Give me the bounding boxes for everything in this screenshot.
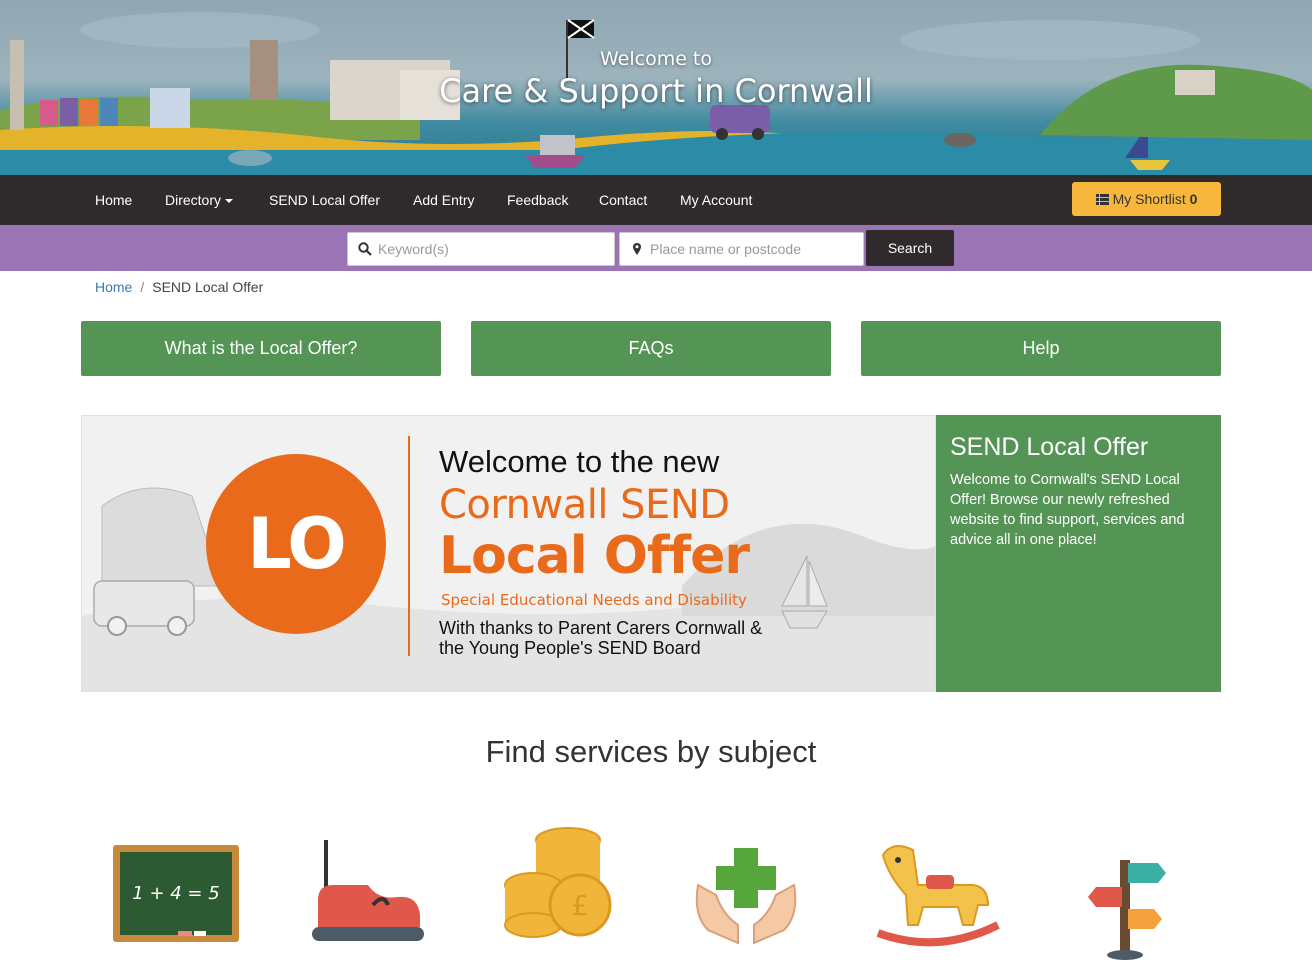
what-is-local-offer-button[interactable]: What is the Local Offer? — [81, 321, 441, 376]
nav-contact[interactable]: Contact — [599, 175, 647, 225]
banner-local-offer: Local Offer — [439, 526, 750, 586]
subject-tile-health[interactable] — [668, 815, 828, 965]
hero-banner: Welcome to Care & Support in Cornwall — [0, 0, 1312, 175]
map-marker-icon — [633, 243, 641, 255]
nav-directory-label: Directory — [165, 192, 222, 208]
nav-directory[interactable]: Directory — [165, 175, 234, 225]
svg-text:£: £ — [571, 889, 589, 922]
list-icon — [1095, 194, 1109, 205]
subject-tile-money[interactable]: £ — [478, 815, 638, 965]
chalkboard-text: 1 + 4 = 5 — [132, 883, 219, 904]
banner-cornwall-send: Cornwall SEND — [439, 482, 730, 528]
nav-add-entry[interactable]: Add Entry — [413, 175, 474, 225]
breadcrumb-home-link[interactable]: Home — [95, 279, 132, 295]
breadcrumb: Home / SEND Local Offer — [95, 279, 263, 295]
rocking-horse-icon — [876, 845, 1000, 947]
faqs-button[interactable]: FAQs — [471, 321, 831, 376]
hero-welcome: Welcome to — [599, 48, 713, 70]
keyword-input[interactable] — [348, 233, 614, 265]
nav-my-account[interactable]: My Account — [680, 175, 752, 225]
search-bar: Search — [0, 225, 1312, 271]
subject-tile-childcare[interactable] — [858, 815, 1018, 965]
shortlist-count: 0 — [1189, 191, 1198, 207]
banner-divider — [408, 436, 410, 656]
nav-feedback[interactable]: Feedback — [507, 175, 568, 225]
hero-title: Care & Support in Cornwall — [439, 72, 873, 110]
search-icon — [358, 242, 372, 256]
my-shortlist-button[interactable]: My Shortlist 0 — [1072, 182, 1221, 216]
subject-tile-advice[interactable] — [1048, 815, 1208, 965]
help-button[interactable]: Help — [861, 321, 1221, 376]
location-field — [619, 232, 864, 266]
nav-home[interactable]: Home — [95, 175, 132, 225]
location-input[interactable] — [620, 233, 863, 265]
signpost-icon — [1088, 860, 1166, 960]
banner-welcome: Welcome to the new — [439, 444, 720, 479]
panel-text: Welcome to Cornwall's SEND Local Offer! … — [950, 472, 1185, 548]
search-button[interactable]: Search — [866, 230, 954, 266]
local-offer-banner[interactable]: LO Welcome to the new Cornwall SEND Loca… — [81, 415, 936, 692]
chevron-down-icon — [225, 199, 234, 204]
keyword-field — [347, 232, 615, 266]
nav-send-local-offer[interactable]: SEND Local Offer — [269, 175, 380, 225]
coins-icon: £ — [504, 827, 612, 938]
breadcrumb-current: SEND Local Offer — [152, 279, 264, 295]
send-local-offer-panel: SEND Local Offer Welcome to Cornwall's S… — [936, 415, 1221, 692]
banner-thanks: With thanks to Parent Carers Cornwall & … — [439, 618, 763, 658]
bumper-car-icon — [312, 840, 424, 941]
subject-tile-activities[interactable] — [288, 815, 448, 965]
panel-title: SEND Local Offer — [950, 433, 1149, 461]
banner-subtitle: Special Educational Needs and Disability — [441, 591, 747, 609]
subjects-heading: Find services by subject — [485, 734, 817, 769]
breadcrumb-separator: / — [140, 279, 145, 295]
chalkboard-icon: 1 + 4 = 5 — [113, 845, 239, 942]
shortlist-label: My Shortlist — [1112, 191, 1186, 207]
subject-tile-education[interactable]: 1 + 4 = 5 — [98, 815, 258, 965]
health-hands-icon — [695, 848, 797, 945]
lo-logo: LO — [206, 454, 386, 634]
main-navbar: Home Directory SEND Local Offer Add Entr… — [0, 175, 1312, 225]
